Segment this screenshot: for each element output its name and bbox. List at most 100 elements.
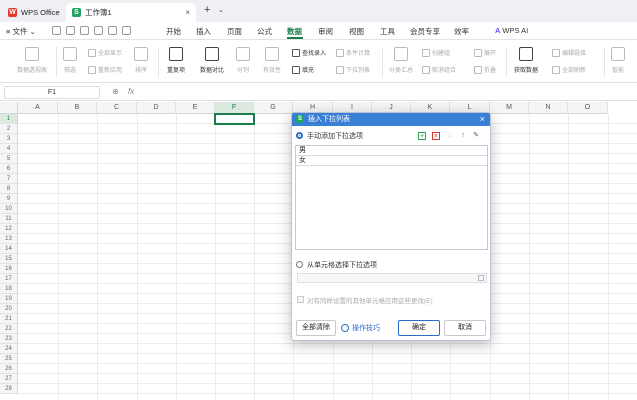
apply-to-same-checkbox[interactable]: [297, 296, 304, 303]
row-header-6[interactable]: 6: [0, 164, 18, 174]
filter-button[interactable]: 筛选: [60, 47, 80, 74]
menu-member[interactable]: 会员专享: [410, 26, 440, 37]
row-header-20[interactable]: 20: [0, 304, 18, 314]
smart-button[interactable]: 智能: [606, 47, 630, 74]
subtotal-button[interactable]: 分类汇总: [386, 47, 416, 74]
tab-workbook[interactable]: S 工作簿1 ×: [66, 3, 196, 22]
row-header-23[interactable]: 23: [0, 334, 18, 344]
duplicates-button[interactable]: 重复项: [162, 47, 190, 74]
undo-icon[interactable]: [108, 26, 117, 35]
column-header-c[interactable]: C: [97, 102, 137, 114]
find-entry-button[interactable]: 查找录入: [292, 48, 326, 57]
column-header-d[interactable]: D: [137, 102, 176, 114]
menu-efficiency[interactable]: 效率: [454, 26, 469, 37]
dropdown-items-list[interactable]: 男 女: [295, 145, 488, 250]
menu-formula[interactable]: 公式: [257, 26, 272, 37]
conditional-calc-button[interactable]: 条件计算: [336, 48, 370, 57]
tab-close-icon[interactable]: ×: [185, 8, 190, 17]
row-header-8[interactable]: 8: [0, 184, 18, 194]
manual-option-radio[interactable]: [296, 132, 303, 139]
row-header-17[interactable]: 17: [0, 274, 18, 284]
row-header-1[interactable]: 1: [0, 114, 18, 124]
cancel-button[interactable]: 取消: [444, 320, 486, 336]
list-item[interactable]: 女: [296, 156, 487, 166]
menu-home[interactable]: 开始: [166, 26, 181, 37]
list-item[interactable]: 男: [296, 146, 487, 156]
dropdown-list-button[interactable]: 下拉列表: [336, 65, 370, 74]
move-down-icon[interactable]: ↓: [446, 132, 454, 140]
format-painter-icon[interactable]: [94, 26, 103, 35]
row-header-21[interactable]: 21: [0, 314, 18, 324]
split-column-button[interactable]: 分列: [232, 47, 254, 74]
column-header-o[interactable]: O: [568, 102, 608, 114]
row-header-22[interactable]: 22: [0, 324, 18, 334]
edit-item-icon[interactable]: ✎: [472, 132, 480, 140]
edit-links-button[interactable]: 编辑链接: [552, 48, 586, 57]
name-box[interactable]: F1: [4, 86, 100, 99]
row-header-13[interactable]: 13: [0, 234, 18, 244]
range-picker-icon[interactable]: [478, 275, 484, 281]
range-option-radio[interactable]: [296, 261, 303, 268]
new-tab-dropdown-icon[interactable]: ⌄: [218, 6, 224, 14]
select-all-corner[interactable]: [0, 102, 18, 114]
menu-data[interactable]: 数据: [287, 26, 302, 37]
print-icon[interactable]: [66, 26, 75, 35]
column-header-n[interactable]: N: [529, 102, 568, 114]
row-header-12[interactable]: 12: [0, 224, 18, 234]
column-header-b[interactable]: B: [58, 102, 97, 114]
column-header-a[interactable]: A: [18, 102, 58, 114]
row-header-14[interactable]: 14: [0, 244, 18, 254]
row-header-27[interactable]: 27: [0, 374, 18, 384]
row-header-18[interactable]: 18: [0, 284, 18, 294]
new-tab-icon[interactable]: +: [204, 4, 210, 16]
row-header-9[interactable]: 9: [0, 194, 18, 204]
row-header-5[interactable]: 5: [0, 154, 18, 164]
menu-tools[interactable]: 工具: [380, 26, 395, 37]
row-header-2[interactable]: 2: [0, 124, 18, 134]
row-header-3[interactable]: 3: [0, 134, 18, 144]
delete-item-icon[interactable]: ×: [432, 132, 440, 140]
redo-icon[interactable]: [122, 26, 131, 35]
move-up-icon[interactable]: ↑: [459, 132, 467, 140]
range-input[interactable]: [297, 273, 487, 283]
row-header-26[interactable]: 26: [0, 364, 18, 374]
fx-icon[interactable]: fx: [128, 87, 134, 96]
column-header-e[interactable]: E: [176, 102, 215, 114]
fill-button[interactable]: 填充: [292, 65, 314, 74]
sort-button[interactable]: 排序: [130, 47, 152, 74]
tips-link[interactable]: 操作技巧: [341, 323, 380, 333]
row-header-28[interactable]: 28: [0, 384, 18, 394]
row-header-4[interactable]: 4: [0, 144, 18, 154]
dialog-close-icon[interactable]: ×: [480, 113, 485, 126]
column-header-g[interactable]: G: [254, 102, 293, 114]
zoom-icon[interactable]: ⊕: [112, 87, 119, 96]
row-header-7[interactable]: 7: [0, 174, 18, 184]
menu-file[interactable]: ≡ 文件 ⌄: [6, 26, 36, 37]
validity-button[interactable]: 有效性: [258, 47, 286, 74]
save-icon[interactable]: [52, 26, 61, 35]
row-header-16[interactable]: 16: [0, 264, 18, 274]
row-header-19[interactable]: 19: [0, 294, 18, 304]
refresh-all-button[interactable]: 全部刷新: [552, 65, 586, 74]
get-data-button[interactable]: 获取数据: [510, 47, 542, 74]
menu-page[interactable]: 页面: [227, 26, 242, 37]
row-header-24[interactable]: 24: [0, 344, 18, 354]
ok-button[interactable]: 确定: [398, 320, 440, 336]
active-cell[interactable]: [214, 113, 255, 125]
show-all-button[interactable]: 全部显示: [88, 48, 122, 57]
ungroup-button[interactable]: 取消组合: [422, 65, 456, 74]
row-header-15[interactable]: 15: [0, 254, 18, 264]
clear-all-button[interactable]: 全部清除: [296, 320, 336, 336]
pivot-table-button[interactable]: 数据透视表: [14, 47, 50, 74]
row-header-25[interactable]: 25: [0, 354, 18, 364]
row-header-10[interactable]: 10: [0, 204, 18, 214]
preview-icon[interactable]: [80, 26, 89, 35]
menu-view[interactable]: 视图: [349, 26, 364, 37]
reapply-button[interactable]: 重新应用: [88, 65, 122, 74]
menu-insert[interactable]: 插入: [196, 26, 211, 37]
fold-button[interactable]: 折叠: [474, 65, 496, 74]
menu-review[interactable]: 审阅: [318, 26, 333, 37]
data-compare-button[interactable]: 数据对比: [196, 47, 228, 74]
create-group-button[interactable]: 创建组: [422, 48, 450, 57]
expand-button[interactable]: 展开: [474, 48, 496, 57]
